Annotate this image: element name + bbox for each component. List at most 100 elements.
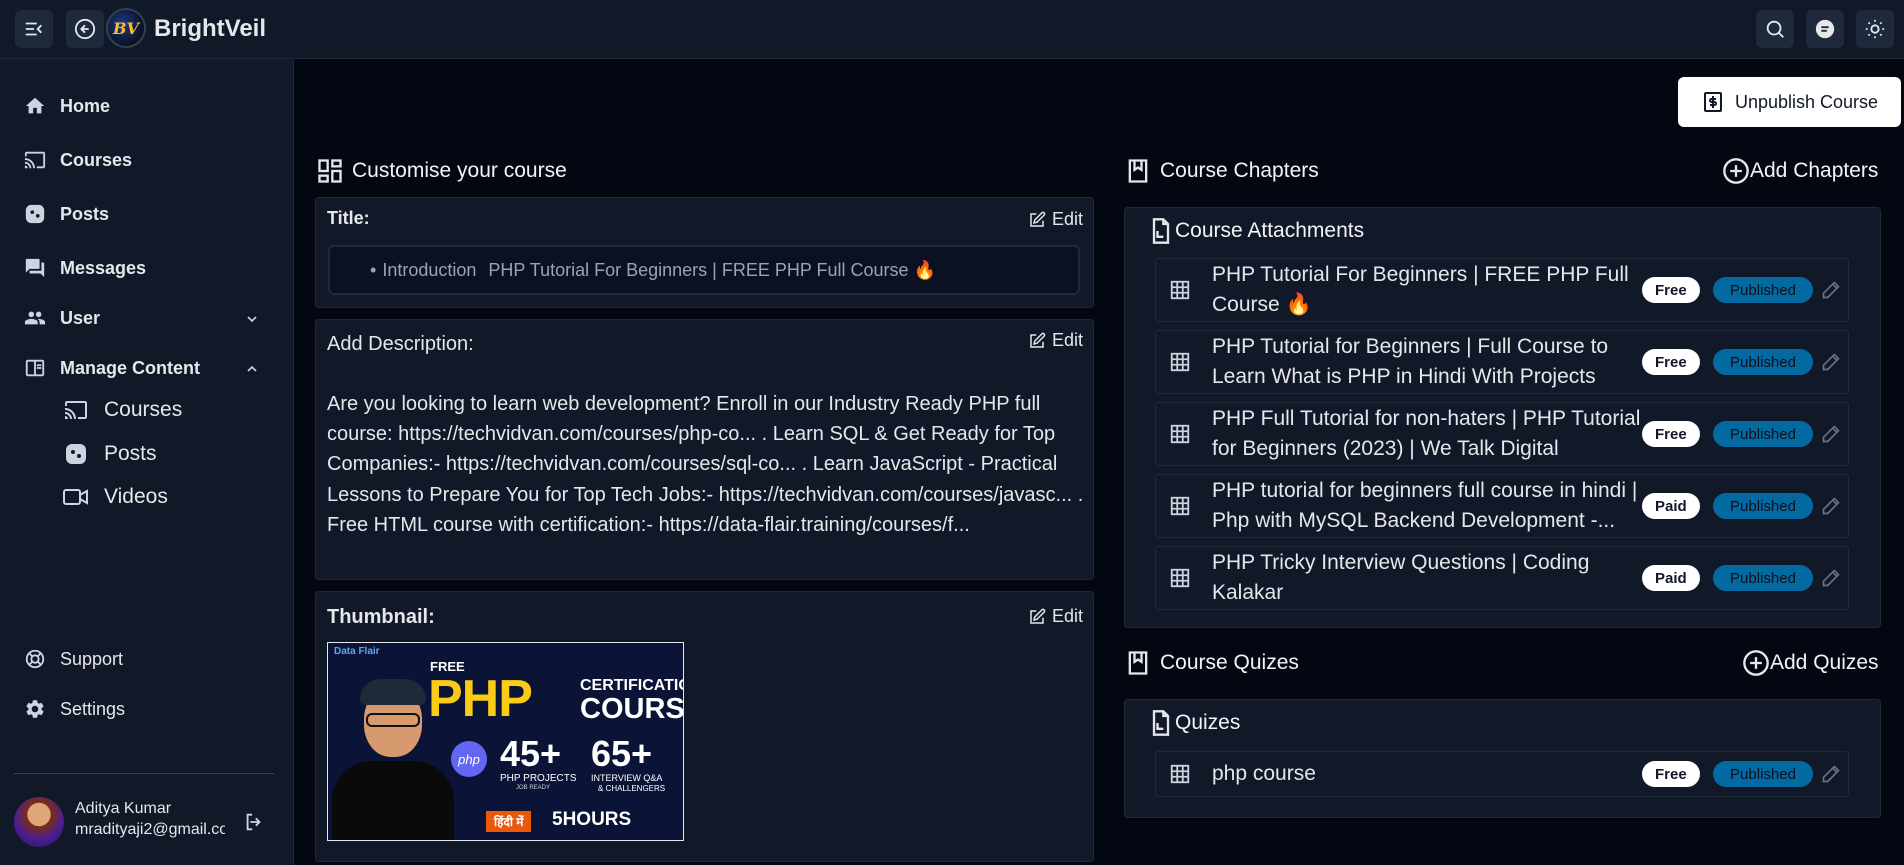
quizzes-card: Quizes php course Free Published <box>1124 699 1881 818</box>
plus-circle-icon <box>1723 158 1749 184</box>
unpublish-course-button[interactable]: Unpublish Course <box>1678 77 1901 127</box>
pencil-icon[interactable] <box>1821 424 1841 444</box>
add-quizzes-button[interactable]: Add Quizes <box>1742 649 1879 677</box>
sidebar-subitem-courses[interactable]: Courses <box>62 398 182 422</box>
status-badge: Published <box>1713 277 1813 303</box>
quizzes-heading: Course Quizes <box>1124 649 1299 677</box>
thumbnail-brand: Data Flair <box>334 646 380 657</box>
access-badge: Free <box>1642 761 1700 787</box>
chapter-row[interactable]: PHP Tutorial for Beginners | Full Course… <box>1155 330 1849 394</box>
edit-icon <box>1030 332 1046 348</box>
users-icon <box>24 311 46 325</box>
search-icon <box>1766 20 1784 38</box>
quiz-row[interactable]: php course Free Published <box>1155 751 1849 797</box>
customise-heading: Customise your course <box>316 157 567 185</box>
gear-icon <box>26 700 44 718</box>
grid-icon[interactable] <box>1169 351 1191 373</box>
sidebar-item-manage-content[interactable]: Manage Content <box>24 357 200 379</box>
sidebar-item-support[interactable]: Support <box>24 648 123 670</box>
pencil-icon[interactable] <box>1821 568 1841 588</box>
attachments-heading-text: Course Attachments <box>1175 219 1365 242</box>
chapter-row[interactable]: PHP tutorial for beginners full course i… <box>1155 474 1849 538</box>
sidebar-item-home[interactable]: Home <box>24 95 110 117</box>
collapse-menu-icon <box>25 22 42 36</box>
add-chapters-button[interactable]: Add Chapters <box>1722 157 1878 185</box>
sidebar-item-settings[interactable]: Settings <box>24 698 125 720</box>
edit-thumbnail-button[interactable]: Edit <box>1028 606 1083 627</box>
description-card: Add Description: Edit Are you looking to… <box>315 319 1094 580</box>
theme-toggle-button[interactable] <box>1856 10 1894 48</box>
thumbnail-projects-sub: JOB READY <box>516 785 551 791</box>
pencil-icon[interactable] <box>1821 352 1841 372</box>
add-chapters-label: Add Chapters <box>1750 159 1879 182</box>
pencil-icon[interactable] <box>1821 496 1841 516</box>
sidebar-divider <box>14 773 274 774</box>
back-button[interactable] <box>66 10 104 48</box>
collapse-sidebar-button[interactable] <box>15 10 53 48</box>
thumbnail-interview-label: INTERVIEW Q&A <box>591 773 663 783</box>
grid-icon[interactable] <box>1169 763 1191 785</box>
posts-icon <box>25 204 45 224</box>
chat-bubble-icon <box>1815 19 1835 39</box>
sidebar-subitem-posts[interactable]: Posts <box>62 442 157 466</box>
edit-label: Edit <box>1051 606 1083 626</box>
edit-label: Edit <box>1051 209 1083 229</box>
grid-icon[interactable] <box>1169 567 1191 589</box>
sidebar-item-user[interactable]: User <box>24 307 100 329</box>
chapter-row[interactable]: PHP Tricky Interview Questions | Coding … <box>1155 546 1849 610</box>
access-badge: Free <box>1642 421 1700 447</box>
status-badge: Published <box>1713 565 1813 591</box>
chapters-heading: Course Chapters <box>1124 157 1319 185</box>
sidebar-item-label: Courses <box>60 149 133 170</box>
status-badge: Published <box>1713 493 1813 519</box>
grid-icon[interactable] <box>1169 279 1191 301</box>
user-name: Aditya Kumar <box>75 800 172 817</box>
grid-icon[interactable] <box>1169 423 1191 445</box>
sidebar-item-label: Messages <box>60 257 147 278</box>
unpublish-course-label: Unpublish Course <box>1734 91 1879 112</box>
sidebar-item-label: Settings <box>60 698 126 719</box>
thumbnail-course: COURSE <box>580 693 684 725</box>
edit-description-button[interactable]: Edit <box>1028 330 1083 351</box>
chapter-title: PHP Tutorial for Beginners | Full Course… <box>1212 335 1609 388</box>
home-icon <box>25 97 45 114</box>
sidebar-item-messages[interactable]: Messages <box>24 257 146 279</box>
file-icon <box>1152 218 1170 244</box>
sidebar-subitem-label: Videos <box>104 485 168 508</box>
chapter-row[interactable]: PHP Tutorial For Beginners | FREE PHP Fu… <box>1155 258 1849 322</box>
sidebar-subitem-label: Courses <box>104 398 183 421</box>
thumbnail-label: Thumbnail: <box>327 606 435 628</box>
thumbnail-card: Thumbnail: Edit Data Flair FREE PHP CERT… <box>315 591 1094 862</box>
chapter-row[interactable]: PHP Full Tutorial for non-haters | PHP T… <box>1155 402 1849 466</box>
sidebar-subitem-videos[interactable]: Videos <box>62 485 168 509</box>
top-bar: BV BrightVeil <box>0 0 1904 59</box>
grid-icon[interactable] <box>1169 495 1191 517</box>
search-button[interactable] <box>1756 10 1794 48</box>
avatar[interactable] <box>14 797 64 847</box>
pencil-icon[interactable] <box>1821 764 1841 784</box>
php-logo: php <box>451 741 487 777</box>
title-prefix: Introduction <box>382 259 477 280</box>
brand-logo[interactable]: BV <box>106 8 146 48</box>
sun-icon <box>1865 19 1885 39</box>
pencil-icon[interactable] <box>1821 280 1841 300</box>
edit-title-button[interactable]: Edit <box>1028 209 1083 230</box>
status-badge: Published <box>1713 349 1813 375</box>
sidebar-item-posts[interactable]: Posts <box>24 203 109 225</box>
thumbnail-image: Data Flair FREE PHP CERTIFICATION COURSE… <box>327 642 684 841</box>
description-label: Add Description: <box>327 333 474 355</box>
title-label: Title: <box>327 208 370 228</box>
chapters-heading-text: Course Chapters <box>1160 159 1319 182</box>
messages-button[interactable] <box>1806 10 1844 48</box>
thumbnail-projects-label: PHP PROJECTS <box>500 773 577 784</box>
title-display: • Introduction PHP Tutorial For Beginner… <box>328 245 1080 295</box>
sidebar-item-courses[interactable]: Courses <box>24 149 132 171</box>
chevron-down-icon[interactable] <box>244 311 260 327</box>
chevron-up-icon[interactable] <box>244 361 260 377</box>
thumbnail-projects-count: 45+ <box>500 733 562 774</box>
quizzes-list-heading-text: Quizes <box>1175 711 1241 734</box>
title-bullet: • <box>370 259 377 280</box>
posts-icon <box>66 444 86 464</box>
brand-name[interactable]: BrightVeil <box>154 15 266 43</box>
logout-icon[interactable] <box>243 811 265 833</box>
